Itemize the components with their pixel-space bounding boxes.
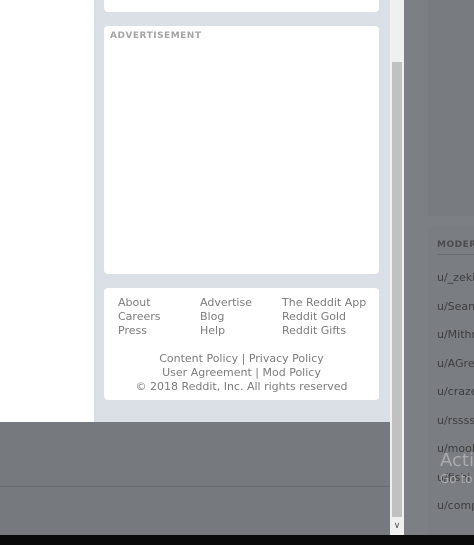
activation-watermark-sub: Go to — [440, 472, 473, 486]
sidebar-panel — [428, 0, 474, 216]
moderator-link[interactable]: u/_zeki — [437, 271, 474, 284]
legal-row-1: Content Policy | Privacy Policy — [104, 352, 379, 366]
footer-link-reddit-gifts[interactable]: Reddit Gifts — [282, 324, 368, 338]
moderator-link[interactable]: u/Mithr — [437, 328, 474, 341]
right-sidebar: MODERA u/_zeki u/Sean_ u/Mithr u/AGre u/craz… — [404, 0, 474, 535]
moderator-link[interactable]: u/AGre — [437, 357, 474, 370]
mod-policy-link[interactable]: Mod Policy — [263, 366, 321, 379]
moderator-link[interactable]: u/craze — [437, 385, 474, 398]
footer-link-about[interactable]: About — [118, 296, 200, 310]
footer-link-advertise[interactable]: Advertise — [200, 296, 282, 310]
separator: | — [255, 366, 260, 379]
footer-link-press[interactable]: Press — [118, 324, 200, 338]
divider — [437, 254, 474, 255]
advertisement-label: ADVERTISEMENT — [110, 31, 202, 41]
footer-links: About Advertise The Reddit App Careers B… — [118, 296, 368, 338]
moderator-link[interactable]: u/Sean_ — [437, 300, 474, 313]
privacy-policy-link[interactable]: Privacy Policy — [249, 352, 324, 365]
scrollbar-thumb[interactable] — [392, 62, 402, 517]
footer-link-help[interactable]: Help — [200, 324, 282, 338]
moderator-link[interactable]: u/comp — [437, 499, 474, 512]
footer-link-reddit-gold[interactable]: Reddit Gold — [282, 310, 368, 324]
moderators-header: MODERA — [437, 240, 474, 250]
activation-watermark: Activ — [440, 450, 474, 471]
user-agreement-link[interactable]: User Agreement — [162, 366, 252, 379]
advertisement-card: ADVERTISEMENT — [104, 26, 379, 274]
divider — [0, 486, 390, 487]
footer-link-careers[interactable]: Careers — [118, 310, 200, 324]
moderator-link[interactable]: u/rssss — [437, 414, 474, 427]
taskbar — [0, 535, 474, 545]
copyright-text: © 2018 Reddit, Inc. All rights reserved — [135, 380, 348, 393]
footer-link-blog[interactable]: Blog — [200, 310, 282, 324]
footer-link-reddit-app[interactable]: The Reddit App — [282, 296, 368, 310]
separator: | — [241, 352, 246, 365]
left-blank-area — [0, 0, 94, 422]
content-policy-link[interactable]: Content Policy — [159, 352, 238, 365]
scroll-down-arrow-icon[interactable]: ∨ — [390, 518, 404, 534]
vertical-scrollbar[interactable]: ∨ — [390, 0, 404, 535]
page-bottom-area — [0, 422, 390, 535]
legal-row-2: User Agreement | Mod Policy — [104, 366, 379, 380]
footer-card: About Advertise The Reddit App Careers B… — [104, 288, 379, 400]
top-card — [104, 0, 379, 12]
sidebar-column: ADVERTISEMENT About Advertise The Reddit… — [94, 0, 390, 422]
